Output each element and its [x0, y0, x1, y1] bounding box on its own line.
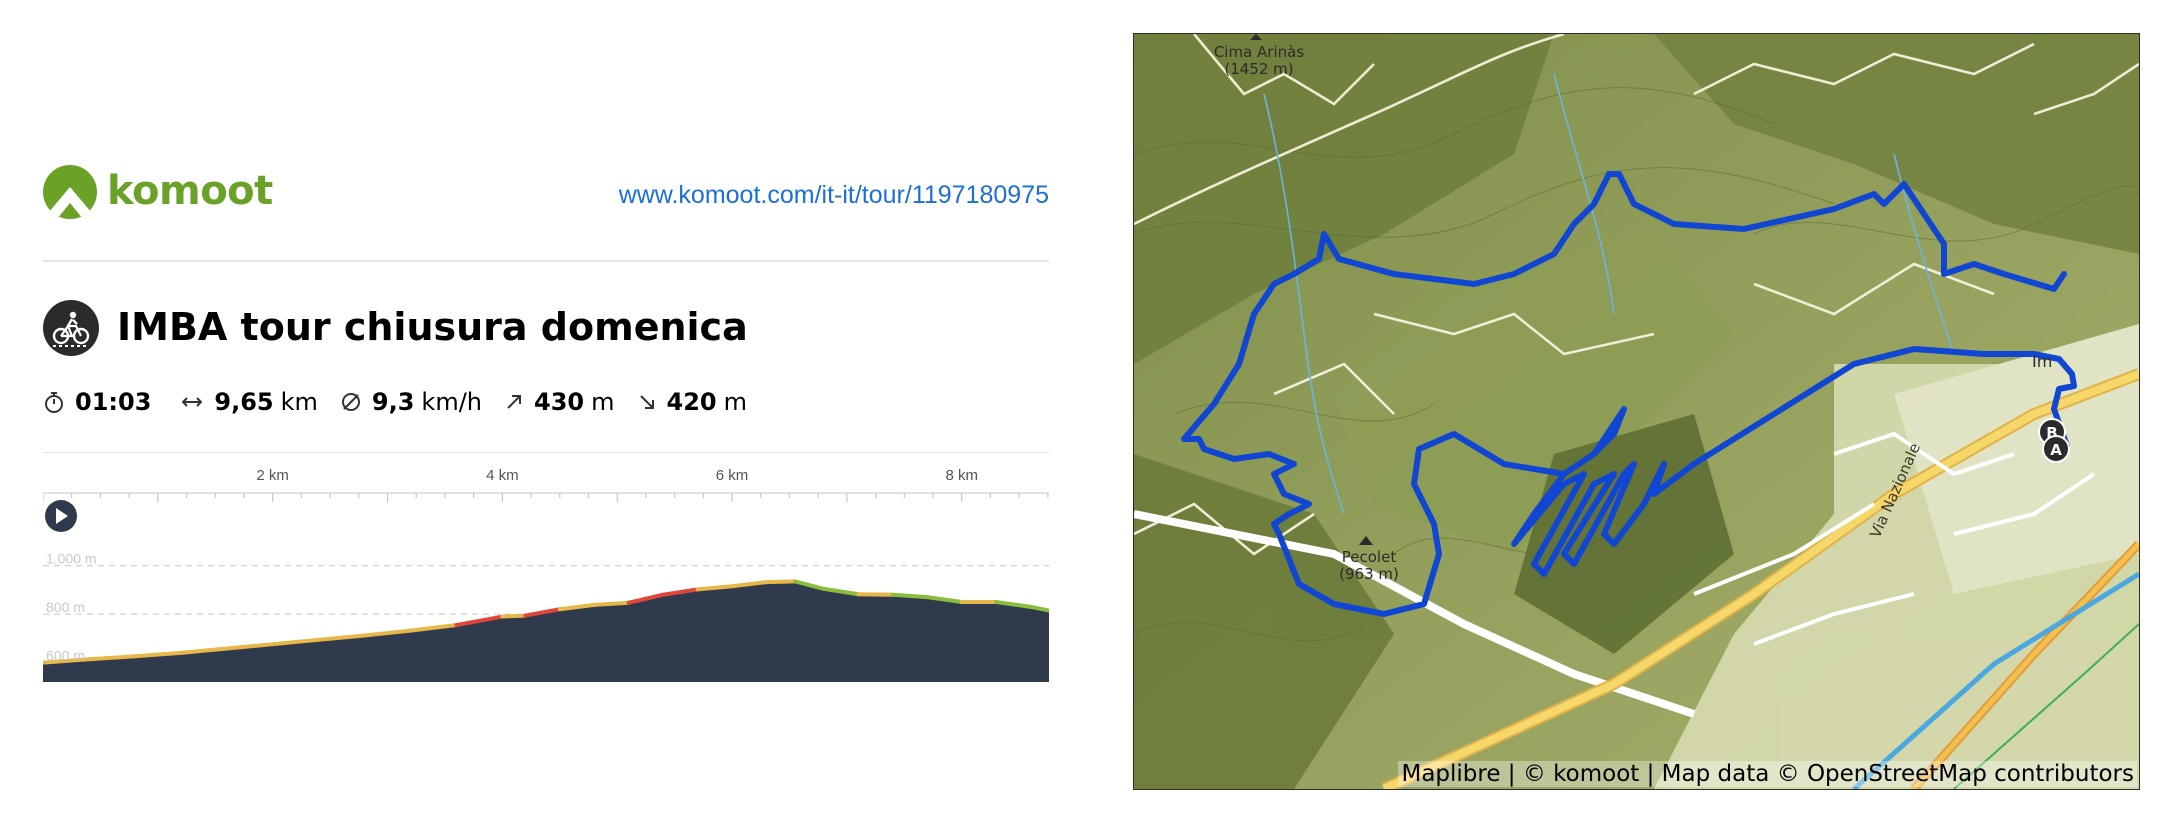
elevation-segment — [592, 600, 631, 607]
stat-speed: 9,3 km/h — [340, 388, 482, 416]
uphill-arrow-icon — [507, 395, 521, 409]
elevation-segment — [764, 579, 798, 585]
elevation-segment — [890, 592, 930, 600]
town-label: Im — [2032, 352, 2052, 371]
x-tick-label: 8 km — [945, 467, 978, 484]
mountain-bike-icon — [43, 300, 99, 356]
komoot-logo-icon — [43, 165, 97, 219]
speed-unit: km/h — [421, 388, 482, 416]
peak-label-pecolet: Pecolet (963 m) — [1339, 548, 1399, 583]
x-axis-ticks — [43, 493, 1049, 502]
stat-downhill: 420 m — [637, 388, 747, 416]
downhill-value: 420 — [666, 388, 717, 416]
y-tick-label: 800 m — [46, 599, 85, 615]
downhill-arrow-icon — [639, 395, 654, 409]
downhill-unit: m — [723, 388, 747, 416]
route-map[interactable]: B A Via Nazionale Im Cima Arinàs (1452 m… — [1133, 33, 2140, 790]
y-axis-labels: 1.000 m 800 m 600 m — [46, 551, 97, 664]
speed-value: 9,3 — [371, 388, 415, 416]
y-tick-label: 600 m — [46, 648, 85, 664]
y-tick-label: 1.000 m — [46, 551, 97, 567]
uphill-unit: m — [591, 388, 615, 416]
route-marker-a[interactable]: A — [2042, 435, 2070, 463]
tour-stats: 01:03 9,65 km 9,3 km/h 430 m 420 m — [43, 382, 769, 422]
divider — [43, 260, 1049, 262]
stat-uphill: 430 m — [504, 388, 615, 416]
distance-unit: km — [280, 388, 318, 416]
x-tick-label: 6 km — [716, 467, 749, 484]
uphill-value: 430 — [534, 388, 585, 416]
x-tick-label: 4 km — [486, 467, 519, 484]
peak-label-cima-arinas: Cima Arinàs (1452 m) — [1213, 43, 1305, 78]
header: komoot www.komoot.com/it-it/tour/1197180… — [43, 165, 1049, 225]
map-attribution: Maplibre | © komoot | Map data © OpenStr… — [1398, 761, 2137, 787]
stopwatch-icon — [45, 392, 63, 413]
stat-distance: 9,65 km — [180, 388, 318, 416]
komoot-wordmark: komoot — [107, 168, 273, 214]
elevation-segment — [500, 613, 528, 619]
duration-value: 01:03 — [75, 388, 152, 416]
x-axis-labels: 2 km 4 km 6 km 8 km — [256, 467, 978, 484]
x-tick-label: 2 km — [256, 467, 289, 484]
distance-arrows-icon — [181, 397, 203, 407]
stat-duration: 01:03 — [43, 388, 158, 416]
marker-a-label: A — [2050, 441, 2062, 459]
tour-summary-panel: komoot www.komoot.com/it-it/tour/1197180… — [43, 160, 1049, 682]
map-canvas[interactable]: B A Via Nazionale Im — [1134, 34, 2139, 789]
tour-link[interactable]: www.komoot.com/it-it/tour/1197180975 — [619, 181, 1049, 210]
play-button[interactable] — [45, 500, 77, 532]
elevation-profile-chart: 2 km 4 km 6 km 8 km 1.000 m 800 m 600 m — [43, 452, 1049, 682]
distance-value: 9,65 — [214, 388, 274, 416]
average-speed-icon — [341, 393, 360, 411]
tour-title: IMBA tour chiusura domenica — [117, 305, 748, 349]
